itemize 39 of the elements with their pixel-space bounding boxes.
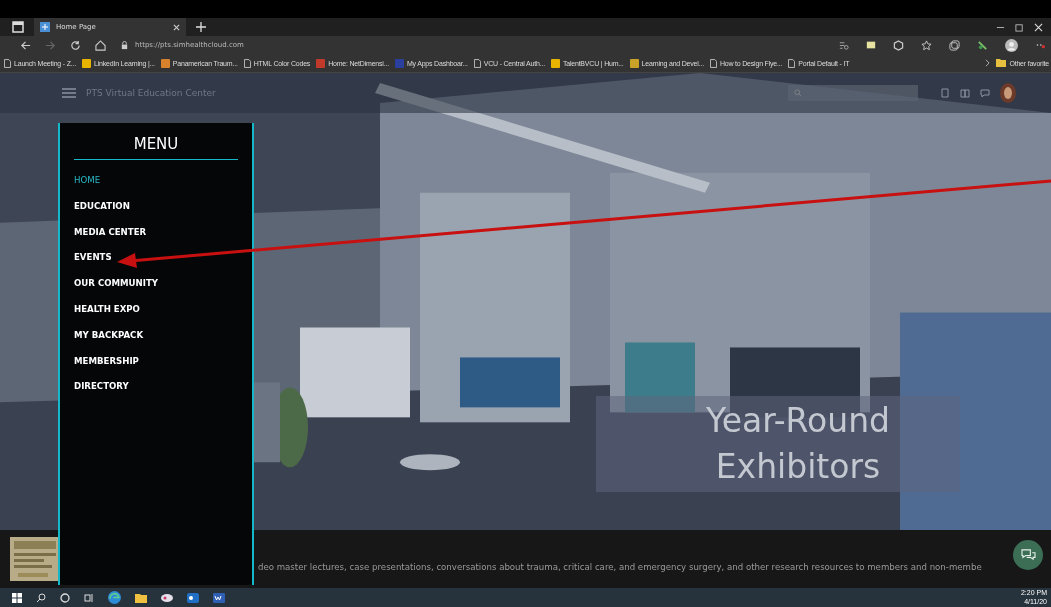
page-icon — [788, 58, 796, 68]
app-icon[interactable] — [161, 592, 173, 603]
favorites-icon[interactable] — [921, 39, 932, 51]
browser-icon[interactable] — [108, 591, 121, 604]
folder-icon — [996, 59, 1007, 67]
circle-icon[interactable] — [60, 592, 70, 603]
tab-actions-icon[interactable] — [12, 21, 24, 33]
hexagon-icon[interactable] — [893, 39, 904, 51]
site-icon — [81, 58, 91, 68]
site-icon — [550, 58, 560, 68]
profile-icon[interactable] — [1005, 38, 1018, 52]
chevron-icon[interactable] — [985, 59, 991, 67]
new-tab-icon[interactable] — [196, 22, 206, 32]
site-icon — [316, 58, 326, 68]
close-icon[interactable] — [1034, 22, 1043, 32]
read-aloud-icon[interactable] — [838, 39, 849, 51]
extension-icon[interactable] — [866, 40, 876, 50]
search-icon[interactable] — [36, 592, 46, 603]
restore-icon[interactable] — [1015, 22, 1024, 32]
close-icon[interactable] — [173, 23, 180, 31]
page-icon — [709, 58, 717, 68]
page-icon — [4, 58, 11, 68]
task-view-icon[interactable] — [84, 592, 94, 603]
site-icon — [40, 22, 50, 32]
folder-icon[interactable] — [135, 592, 147, 603]
page-icon — [473, 58, 481, 68]
collections-icon[interactable] — [949, 39, 960, 51]
document-icon[interactable] — [213, 592, 225, 603]
windows-icon[interactable] — [12, 592, 22, 603]
site-icon — [160, 58, 170, 68]
site-icon — [629, 58, 639, 68]
refresh-icon[interactable] — [70, 39, 81, 51]
mail-icon[interactable] — [187, 592, 199, 603]
page-icon — [243, 58, 251, 68]
home-icon[interactable] — [95, 39, 106, 51]
lock-icon — [120, 40, 129, 50]
site-icon — [394, 58, 404, 68]
extension-icon[interactable] — [977, 39, 988, 51]
back-icon[interactable] — [20, 39, 31, 51]
